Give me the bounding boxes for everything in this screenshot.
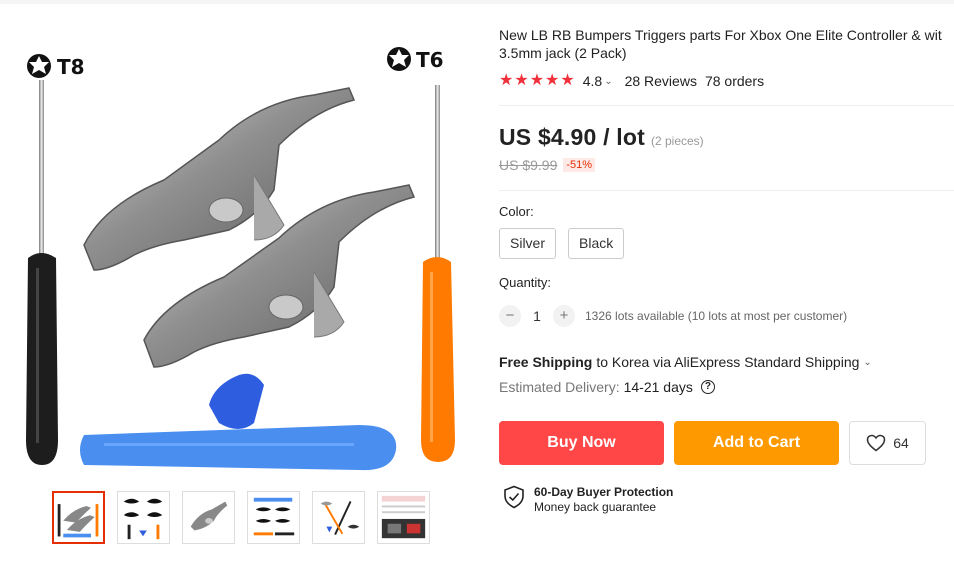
quantity-stepper: − 1 + 1326 lots available (10 lots at mo… <box>499 305 847 327</box>
product-info: New LB RB Bumpers Triggers parts For Xbo… <box>499 26 954 62</box>
color-option-silver[interactable]: Silver <box>499 228 557 259</box>
buyer-protection: 60-Day Buyer Protection Money back guara… <box>503 485 673 515</box>
thumbnail-2[interactable] <box>117 491 170 544</box>
product-title-line-2: 3.5mm jack (2 Pack) <box>499 45 627 61</box>
delivery-row: Estimated Delivery: 14-21 days ? <box>499 379 715 395</box>
discount-badge: -51% <box>563 158 596 172</box>
add-to-cart-button[interactable]: Add to Cart <box>674 421 839 465</box>
product-title-line-1: New LB RB Bumpers Triggers parts For Xbo… <box>499 27 942 43</box>
blue-pry-tool <box>80 425 397 471</box>
free-shipping-label: Free Shipping <box>499 354 593 370</box>
shipping-details: to Korea via AliExpress Standard Shippin… <box>596 354 860 370</box>
shield-check-icon <box>504 485 524 509</box>
orders-count: 78 orders <box>704 73 765 89</box>
original-price: US $9.99 <box>499 157 558 173</box>
star-icon: ★ <box>560 72 575 89</box>
help-question-icon[interactable]: ? <box>700 380 715 394</box>
rating-value[interactable]: 4.8 <box>583 73 602 89</box>
orange-screwdriver <box>421 85 455 462</box>
divider <box>499 190 954 191</box>
divider <box>499 105 954 106</box>
chevron-down-icon[interactable]: ⌄ <box>604 76 612 87</box>
t8-torx-icon <box>27 54 51 78</box>
product-title: New LB RB Bumpers Triggers parts For Xbo… <box>499 26 954 62</box>
quantity-available: 1326 lots available (10 lots at most per… <box>585 309 848 323</box>
pieces-note: (2 pieces) <box>650 134 704 148</box>
quantity-input[interactable]: 1 <box>521 308 553 324</box>
t6-label: T6 <box>416 48 444 72</box>
star-icon: ★ <box>545 72 560 89</box>
shipping-row[interactable]: Free Shipping to Korea via AliExpress St… <box>499 354 872 370</box>
star-icon: ★ <box>529 72 545 89</box>
rating-row: ★ ★ ★ ★ ★ 4.8 ⌄ 28 Reviews 78 orders <box>499 72 764 90</box>
blue-pick <box>209 373 264 429</box>
t6-torx-icon <box>387 47 411 71</box>
chevron-down-icon[interactable]: ⌄ <box>863 357 871 368</box>
black-screwdriver <box>26 80 58 465</box>
color-label: Color: <box>499 204 534 219</box>
protection-title: 60-Day Buyer Protection <box>534 485 674 499</box>
star-rating: ★ ★ ★ ★ ★ <box>499 73 575 89</box>
thumbnail-3[interactable] <box>182 491 235 544</box>
thumbnail-4[interactable] <box>247 491 300 544</box>
star-icon: ★ <box>514 72 529 89</box>
color-options: Silver Black <box>499 228 625 259</box>
color-option-black[interactable]: Black <box>568 228 625 259</box>
product-photo: T8 T6 <box>26 47 455 471</box>
protection-subtitle: Money back guarantee <box>534 500 657 514</box>
main-product-image[interactable]: T8 T6 <box>14 40 474 480</box>
wishlist-button[interactable]: 64 <box>849 421 926 465</box>
quantity-decrease-button[interactable]: − <box>499 305 521 327</box>
t8-label: T8 <box>57 55 85 79</box>
star-icon: ★ <box>499 72 514 89</box>
estimated-delivery-label: Estimated Delivery: <box>499 379 620 395</box>
heart-icon <box>866 434 886 452</box>
top-strip <box>0 0 954 4</box>
thumbnail-strip <box>52 491 430 544</box>
original-price-row: US $9.99 -51% <box>499 157 596 173</box>
quantity-increase-button[interactable]: + <box>553 305 575 327</box>
buy-now-button[interactable]: Buy Now <box>499 421 664 465</box>
estimated-delivery-days: 14-21 days <box>623 379 693 395</box>
thumbnail-1[interactable] <box>52 491 105 544</box>
thumbnail-6[interactable] <box>377 491 430 544</box>
reviews-link[interactable]: 28 Reviews <box>625 73 697 89</box>
quantity-label: Quantity: <box>499 275 552 290</box>
price-row: US $4.90 / lot (2 pieces) <box>499 124 704 151</box>
current-price: US $4.90 / lot <box>499 124 645 150</box>
thumbnail-5[interactable] <box>312 491 365 544</box>
wishlist-count: 64 <box>893 435 909 451</box>
